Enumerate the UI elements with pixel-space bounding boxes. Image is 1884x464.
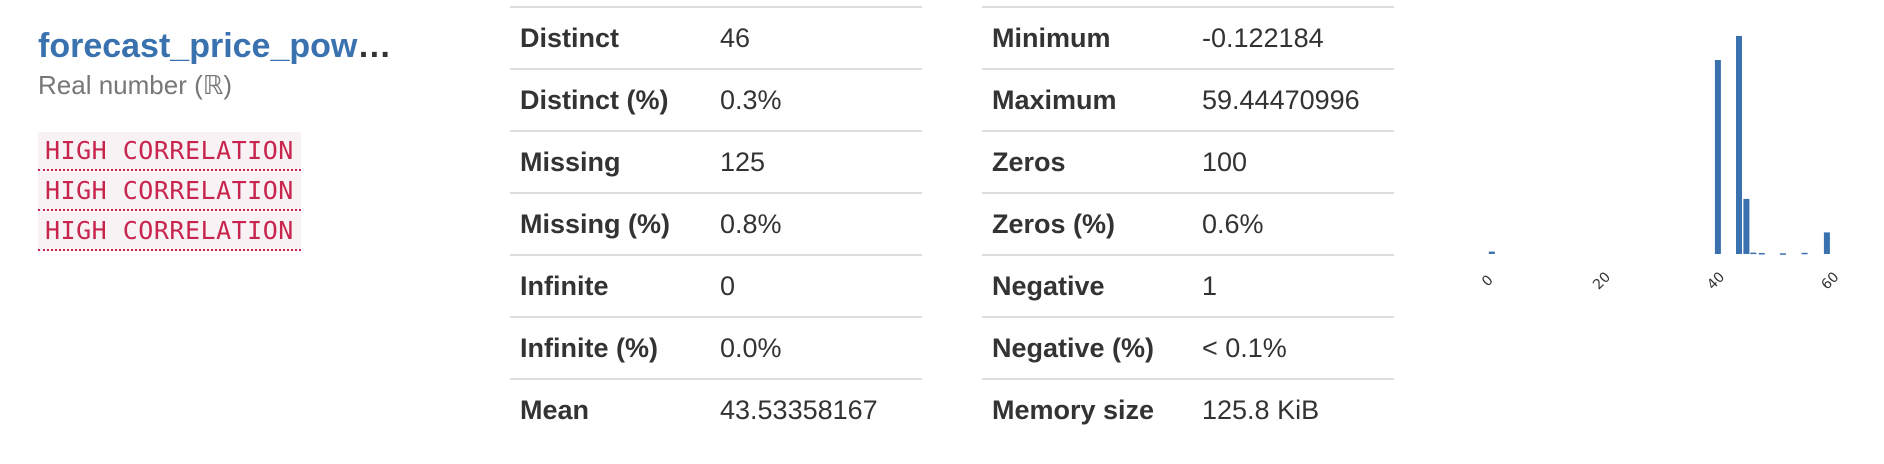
stat-row: Memory size 125.8 KiB [982,379,1394,441]
x-tick-label: 60 [1818,269,1842,293]
x-tick-label: 20 [1590,269,1614,293]
histogram-bar [1736,36,1742,254]
stat-value: 0.6% [1202,208,1264,239]
stat-row: Negative 1 [982,255,1394,317]
stat-label: Zeros [992,146,1066,177]
variable-name[interactable]: forecast_price_pow… [38,26,468,66]
variable-type: Real number (ℝ) [38,70,232,100]
stat-row: Negative (%) < 0.1% [982,317,1394,379]
high-correlation-badge[interactable]: HIGH CORRELATION [38,212,301,251]
stat-label: Negative (%) [992,332,1155,363]
stat-label: Missing [520,146,621,177]
histogram-bar [1823,232,1830,254]
stat-row: Minimum -0.122184 [982,7,1394,69]
x-tick-label: 0 [1479,272,1497,290]
stat-value: 0.3% [720,84,782,115]
stat-row: Distinct 46 [510,7,922,69]
stat-label: Mean [520,395,590,425]
stat-value: 125 [720,146,766,177]
stat-row: Missing (%) 0.8% [510,193,922,255]
x-tick-label: 40 [1704,269,1728,293]
stat-label: Memory size [992,395,1155,425]
histogram-bar [1779,253,1786,255]
stat-label: Distinct (%) [520,84,669,115]
stat-value: 125.8 KiB [1202,395,1320,425]
variable-name-text: forecast_price_pow [38,27,358,65]
stat-row: Distinct (%) 0.3% [510,69,922,131]
stat-row: Maximum 59.44470996 [982,69,1394,131]
histogram-bar [1488,251,1495,254]
stat-value: 0.0% [720,332,782,363]
histogram-bar [1743,198,1750,254]
stat-row: Infinite 0 [510,255,922,317]
stat-label: Infinite [520,270,609,301]
stat-value: 1 [1202,270,1218,301]
stat-value: < 0.1% [1202,332,1287,363]
stat-row: Infinite (%) 0.0% [510,317,922,379]
stats-table-right: Minimum -0.122184 Maximum 59.44470996 Zero… [982,6,1394,441]
stat-label: Maximum [992,84,1117,115]
high-correlation-badge[interactable]: HIGH CORRELATION [38,132,301,171]
stat-label: Infinite (%) [520,332,658,363]
alert-badges: HIGH CORRELATION HIGH CORRELATION HIGH C… [38,132,468,252]
stat-value: 100 [1202,146,1248,177]
histogram-bar [1750,252,1757,255]
high-correlation-badge[interactable]: HIGH CORRELATION [38,172,301,211]
stat-label: Negative [992,270,1105,301]
stats-table-left: Distinct 46 Distinct (%) 0.3% Missing 125 M… [510,6,922,441]
stat-label: Minimum [992,22,1111,53]
stat-label: Zeros (%) [992,208,1116,239]
stat-label: Distinct [520,22,620,53]
histogram-bar [1801,252,1808,255]
stat-row: Zeros 100 [982,131,1394,193]
histogram-chart[interactable]: 0 20 40 60 [1440,20,1860,320]
variable-header: forecast_price_pow… Real number (ℝ) HIGH… [38,26,468,252]
histogram-bar [1714,60,1721,254]
stat-value: 59.44470996 [1202,84,1360,115]
stat-value: -0.122184 [1202,22,1324,53]
stat-row: Zeros (%) 0.6% [982,193,1394,255]
stat-row: Missing 125 [510,131,922,193]
stat-value: 46 [720,22,751,53]
histogram-bar [1758,253,1765,255]
variable-name-ellipsis: … [357,27,392,65]
stat-row: Mean 43.53358167 [510,379,922,441]
stat-label: Missing (%) [520,208,671,239]
stat-value: 43.53358167 [720,395,878,425]
stat-value: 0 [720,270,736,301]
stat-value: 0.8% [720,208,782,239]
